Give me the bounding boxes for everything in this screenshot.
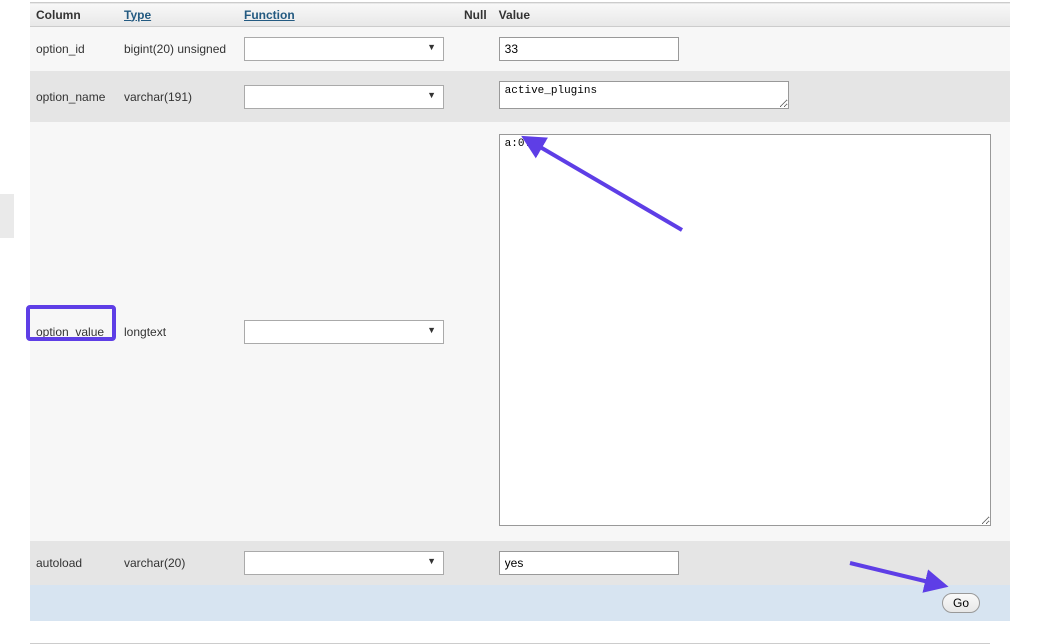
edit-form-container: Column Type Function Null Value option_i… [30,0,1052,644]
value-input-autoload[interactable] [499,551,679,575]
column-name: option_id [30,27,118,72]
function-select[interactable] [244,85,444,109]
go-button[interactable]: Go [942,593,980,613]
value-textarea-option-name[interactable] [499,81,789,109]
edit-table: Column Type Function Null Value option_i… [30,2,1010,621]
column-name: option_name [30,71,118,122]
table-row: option_name varchar(191) [30,71,1010,122]
function-select[interactable] [244,37,444,61]
header-function[interactable]: Function [238,3,458,27]
value-textarea-option-value[interactable] [499,134,991,526]
table-row: autoload varchar(20) [30,541,1010,585]
header-null: Null [458,3,493,27]
column-type: longtext [118,122,238,541]
left-panel-stub [0,194,14,238]
column-type: varchar(20) [118,541,238,585]
table-row: option_id bigint(20) unsigned [30,27,1010,72]
table-row: option_value longtext [30,122,1010,541]
column-type: bigint(20) unsigned [118,27,238,72]
header-type[interactable]: Type [118,3,238,27]
function-select[interactable] [244,320,444,344]
column-name: autoload [30,541,118,585]
header-column: Column [30,3,118,27]
column-name: option_value [30,122,118,541]
value-input-option-id[interactable] [499,37,679,61]
table-header-row: Column Type Function Null Value [30,3,1010,27]
column-type: varchar(191) [118,71,238,122]
function-select[interactable] [244,551,444,575]
header-value: Value [493,3,1010,27]
submit-row: Go [30,585,1010,621]
